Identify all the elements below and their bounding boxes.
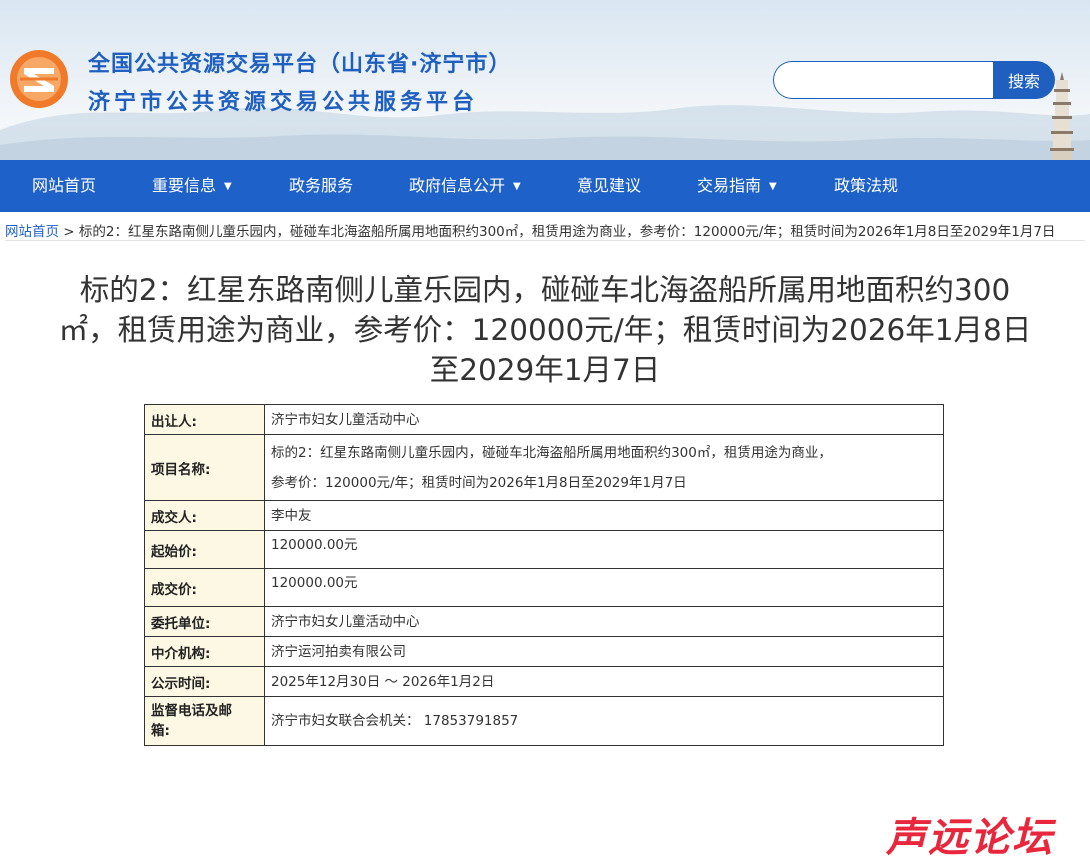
row-value-line: 参考价：120000元/年；租赁时间为2026年1月8日至2029年1月7日 xyxy=(271,474,687,491)
row-value: 120000.00元 xyxy=(264,568,944,607)
nav-label: 政府信息公开 xyxy=(409,176,506,195)
row-key: 监督电话及邮 箱: xyxy=(144,696,265,746)
table-row: 中介机构: 济宁运河拍卖有限公司 xyxy=(144,636,944,667)
row-value: 济宁市妇女儿童活动中心 xyxy=(264,606,944,637)
nav-label: 政策法规 xyxy=(834,176,899,195)
nav-item-important-info[interactable]: 重要信息 ▼ xyxy=(152,160,232,212)
nav-label: 网站首页 xyxy=(32,176,97,195)
site-title-national: 全国公共资源交易平台（山东省·济宁市） xyxy=(88,52,512,77)
table-row: 公示时间: 2025年12月30日 ～ 2026年1月2日 xyxy=(144,666,944,697)
caret-down-icon: ▼ xyxy=(769,180,777,192)
row-value-line: 标的2：红星东路南侧儿童乐园内，碰碰车北海盗船所属用地面积约300㎡，租赁用途为… xyxy=(271,444,832,461)
row-key: 起始价: xyxy=(144,530,265,569)
nav-item-government-services[interactable]: 政务服务 xyxy=(289,160,353,212)
row-key: 成交人: xyxy=(144,500,265,531)
row-value: 济宁市妇女联合会机关： 17853791857 xyxy=(264,696,944,746)
row-value: 李中友 xyxy=(264,500,944,531)
row-value: 标的2：红星东路南侧儿童乐园内，碰碰车北海盗船所属用地面积约300㎡，租赁用途为… xyxy=(264,434,944,501)
nav-item-info-disclosure[interactable]: 政府信息公开 ▼ xyxy=(409,160,521,212)
table-row: 成交人: 李中友 xyxy=(144,500,944,531)
breadcrumb-current: 标的2：红星东路南侧儿童乐园内，碰碰车北海盗船所属用地面积约300㎡，租赁用途为… xyxy=(78,224,1056,240)
nav-item-trading-guide[interactable]: 交易指南 ▼ xyxy=(697,160,777,212)
table-row: 成交价: 120000.00元 xyxy=(144,568,944,607)
page-title-line: 标的2：红星东路南侧儿童乐园内，碰碰车北海盗船所属用地面积约300 xyxy=(79,273,1011,307)
page-title: 标的2：红星东路南侧儿童乐园内，碰碰车北海盗船所属用地面积约300 ㎡，租赁用途… xyxy=(15,270,1075,390)
row-key-line: 箱: xyxy=(151,723,170,739)
details-table: 出让人: 济宁市妇女儿童活动中心 项目名称: 标的2：红星东路南侧儿童乐园内，碰… xyxy=(144,404,944,746)
table-row: 出让人: 济宁市妇女儿童活动中心 xyxy=(144,404,944,435)
search-input[interactable] xyxy=(773,61,995,99)
nav-item-policies[interactable]: 政策法规 xyxy=(834,160,898,212)
row-key: 公示时间: xyxy=(144,666,265,697)
row-key: 中介机构: xyxy=(144,636,265,667)
site-header: 全国公共资源交易平台（山东省·济宁市） 济宁市公共资源交易公共服务平台 搜索 xyxy=(0,0,1090,160)
nav-item-home[interactable]: 网站首页 xyxy=(32,160,96,212)
row-value: 120000.00元 xyxy=(264,530,944,569)
row-value: 济宁市妇女儿童活动中心 xyxy=(264,404,944,435)
row-key: 成交价: xyxy=(144,568,265,607)
platform-logo-icon[interactable] xyxy=(8,48,70,110)
main-nav: 网站首页 重要信息 ▼ 政务服务 政府信息公开 ▼ 意见建议 交易指南 ▼ 政策法规 xyxy=(0,160,1090,212)
pagoda-icon xyxy=(1050,72,1074,160)
table-row: 项目名称: 标的2：红星东路南侧儿童乐园内，碰碰车北海盗船所属用地面积约300㎡… xyxy=(144,434,944,501)
row-key-line: 监督电话及邮 xyxy=(151,703,232,719)
row-key: 项目名称: xyxy=(144,434,265,501)
search-button[interactable]: 搜索 xyxy=(993,61,1055,99)
caret-down-icon: ▼ xyxy=(224,180,232,192)
page-title-line: ㎡，租赁用途为商业，参考价：120000元/年；租赁时间为2026年1月8日 xyxy=(58,313,1032,347)
row-value: 济宁运河拍卖有限公司 xyxy=(264,636,944,667)
row-value: 2025年12月30日 ～ 2026年1月2日 xyxy=(264,666,944,697)
breadcrumb-separator: > xyxy=(63,224,75,240)
nav-label: 重要信息 xyxy=(152,176,217,195)
nav-label: 意见建议 xyxy=(577,176,642,195)
watermark-logo: 声远论坛 xyxy=(886,815,1054,861)
row-key: 出让人: xyxy=(144,404,265,435)
table-row: 起始价: 120000.00元 xyxy=(144,530,944,569)
nav-label: 交易指南 xyxy=(697,176,762,195)
page-title-line: 至2029年1月7日 xyxy=(429,353,661,387)
table-row: 监督电话及邮 箱: 济宁市妇女联合会机关： 17853791857 xyxy=(144,696,944,746)
caret-down-icon: ▼ xyxy=(513,180,521,192)
divider xyxy=(5,240,1085,241)
row-key: 委托单位: xyxy=(144,606,265,637)
site-title-city: 济宁市公共资源交易公共服务平台 xyxy=(88,90,479,115)
breadcrumb-home-link[interactable]: 网站首页 xyxy=(5,224,59,240)
table-row: 委托单位: 济宁市妇女儿童活动中心 xyxy=(144,606,944,637)
nav-label: 政务服务 xyxy=(289,176,354,195)
nav-item-feedback[interactable]: 意见建议 xyxy=(577,160,641,212)
breadcrumb: 网站首页 > 标的2：红星东路南侧儿童乐园内，碰碰车北海盗船所属用地面积约300… xyxy=(5,220,1055,240)
